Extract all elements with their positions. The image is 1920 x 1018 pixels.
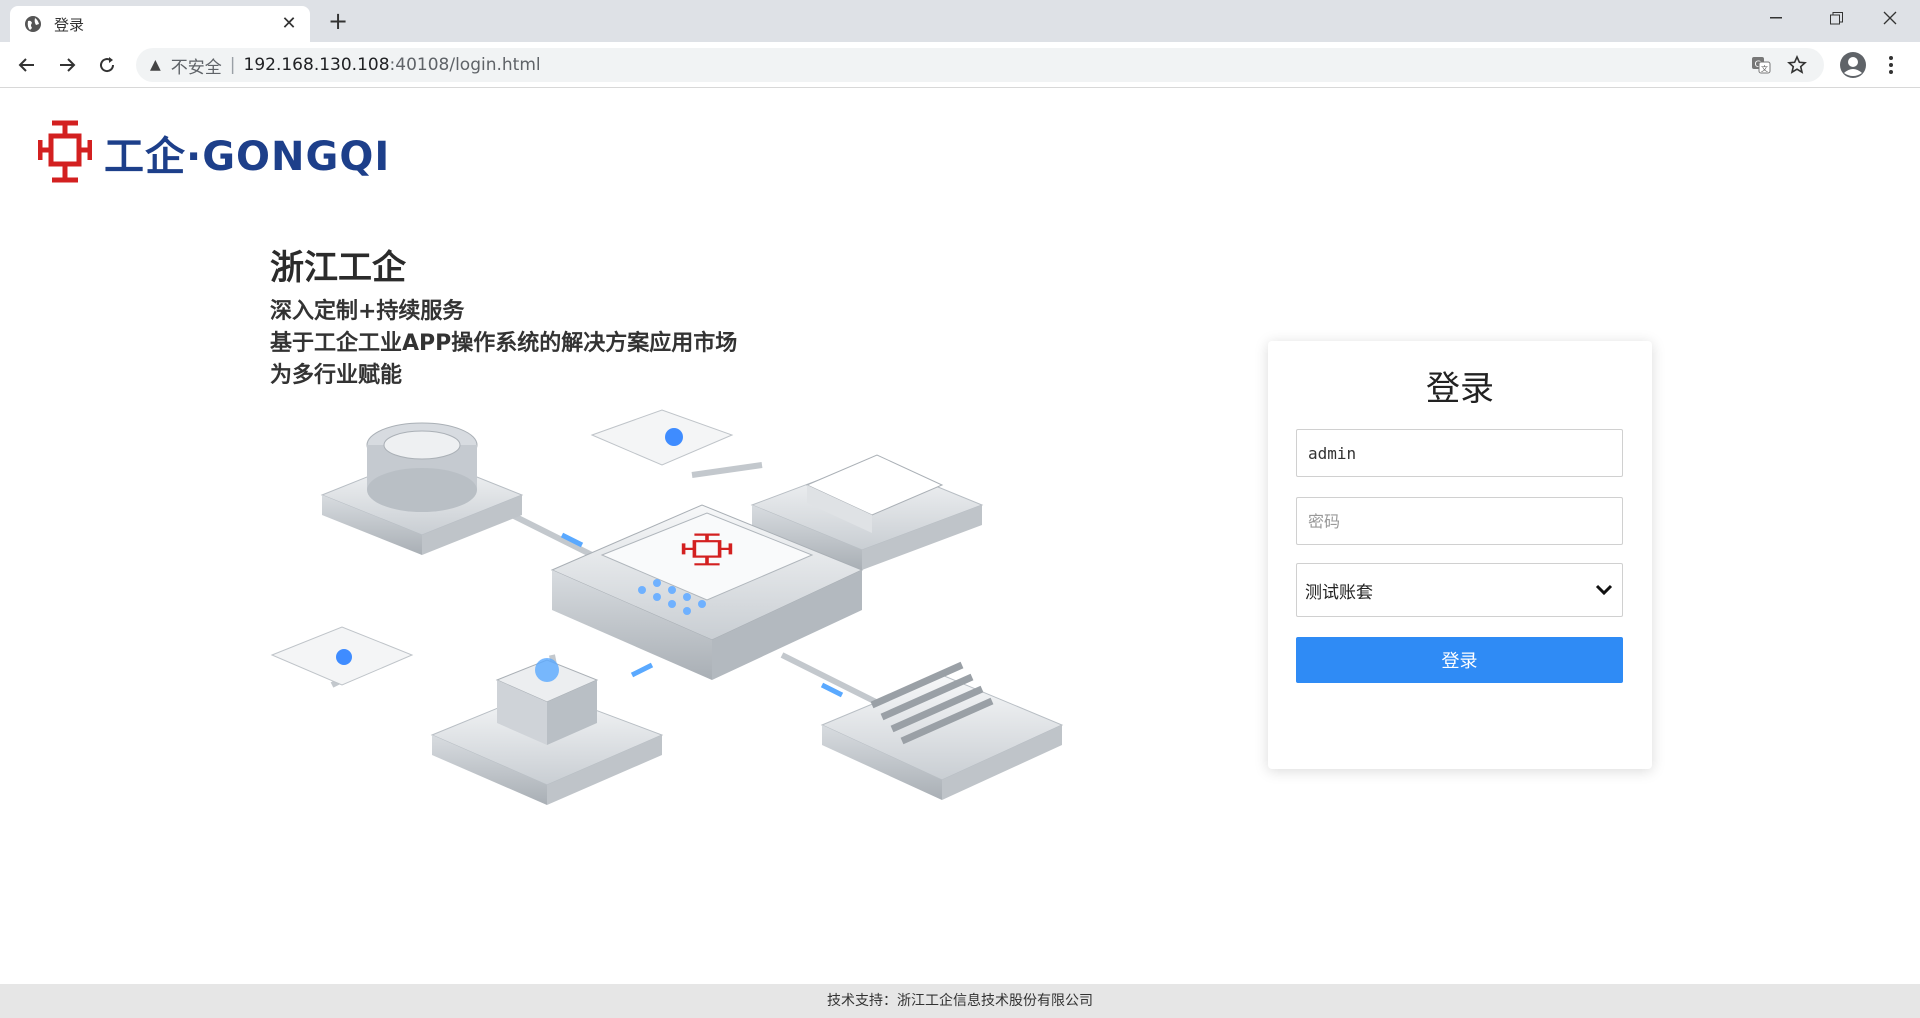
login-card: 登录 测试账套 登录 — [1268, 341, 1652, 769]
forward-button[interactable] — [52, 50, 82, 80]
footer-support-text: 技术支持：浙江工企信息技术股份有限公司 — [0, 984, 1920, 1018]
restore-button[interactable] — [1806, 0, 1866, 36]
close-tab-icon[interactable]: ✕ — [278, 13, 300, 35]
login-title: 登录 — [1426, 369, 1494, 409]
minimize-icon — [1770, 17, 1782, 19]
new-tab-button[interactable]: + — [324, 8, 352, 36]
translate-button[interactable]: G 文 — [1744, 48, 1778, 82]
svg-text:文: 文 — [1761, 64, 1768, 73]
account-set-select[interactable]: 测试账套 — [1296, 563, 1623, 617]
menu-button[interactable] — [1876, 50, 1906, 80]
address-bar[interactable]: ▲ 不安全 | 192.168.130.108 :40108/login.htm… — [136, 48, 1824, 82]
reload-icon — [100, 57, 115, 73]
browser-tab-bar: 登录 ✕ + — [0, 0, 1920, 42]
tab-title: 登录 — [54, 15, 85, 34]
hero-line-1: 深入定制+持续服务 — [270, 299, 465, 324]
hero-title: 浙江工企 — [270, 248, 406, 288]
back-button[interactable] — [12, 50, 42, 80]
url-separator: | — [229, 55, 236, 75]
not-secure-label: 不安全 — [170, 57, 222, 78]
url-path: :40108/login.html — [389, 55, 541, 75]
username-input[interactable] — [1296, 429, 1623, 477]
login-button[interactable]: 登录 — [1296, 637, 1623, 683]
gongqi-emblem-icon — [38, 120, 92, 183]
arrow-right-icon — [60, 58, 76, 72]
logo-text: 工企·GONGQI — [104, 134, 391, 180]
more-vertical-icon — [1889, 56, 1893, 74]
close-window-button[interactable] — [1860, 0, 1920, 36]
arrow-left-icon — [18, 58, 34, 72]
avatar-icon — [1840, 52, 1866, 78]
hero-line-2: 基于工企工业APP操作系统的解决方案应用市场 — [270, 331, 738, 356]
bookmark-button[interactable] — [1780, 48, 1814, 82]
star-icon — [1787, 55, 1807, 74]
translate-icon: G 文 — [1752, 57, 1771, 74]
company-logo: 工企·GONGQI — [38, 118, 390, 188]
globe-icon — [25, 16, 41, 32]
platform-illustration — [270, 409, 1064, 805]
chevron-down-icon — [1595, 584, 1613, 596]
reload-button[interactable] — [92, 50, 122, 80]
browser-toolbar: ▲ 不安全 | 192.168.130.108 :40108/login.htm… — [0, 42, 1920, 88]
close-icon — [1883, 11, 1897, 25]
restore-icon — [1829, 11, 1843, 24]
warning-icon: ▲ — [150, 57, 161, 73]
account-set-value: 测试账套 — [1305, 582, 1373, 603]
profile-button[interactable] — [1838, 50, 1868, 80]
password-input[interactable] — [1296, 497, 1623, 545]
browser-tab[interactable]: 登录 ✕ — [10, 6, 310, 42]
hero-line-3: 为多行业赋能 — [270, 363, 403, 388]
minimize-button[interactable] — [1746, 0, 1806, 36]
url-host: 192.168.130.108 — [243, 55, 390, 75]
